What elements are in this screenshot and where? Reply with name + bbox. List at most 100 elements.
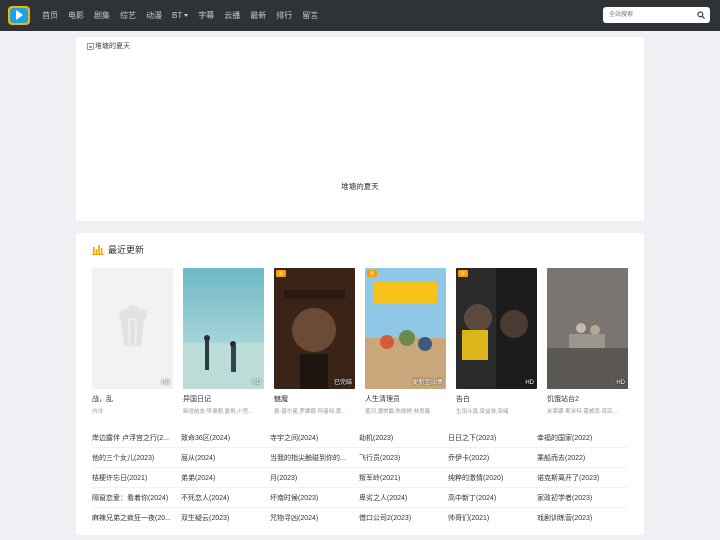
title-link[interactable]: 不死恋人(2024) xyxy=(181,493,270,503)
movie-poster[interactable]: HD xyxy=(547,268,628,389)
banner-caption[interactable]: 堆塘的夏天 xyxy=(76,181,644,192)
movie-cast: 内详 xyxy=(92,409,104,415)
quality-badge: HD xyxy=(252,380,261,386)
title-link[interactable]: 隔窗恋爱：看着你(2024) xyxy=(92,493,181,503)
search-box xyxy=(603,7,710,23)
title-link[interactable]: 高中新丁(2024) xyxy=(448,493,537,503)
poster-art xyxy=(274,268,355,389)
bar-chart-icon xyxy=(92,245,104,255)
main-nav: 首页 电影 剧集 综艺 动漫 BT 字幕 云播 最新 排行 留言 xyxy=(42,0,328,31)
movie-card[interactable]: 荐 已完结 魅魔 爵·普尔曼,罗娜娜·阿曼特,黄... xyxy=(274,268,355,415)
title-link[interactable]: 致命36区(2024) xyxy=(181,433,270,443)
title-link[interactable]: 乔伊卡(2022) xyxy=(448,453,537,463)
banner-image-link[interactable]: 堆塘的夏天 xyxy=(87,41,130,51)
status-badge: 已完结 xyxy=(333,380,352,386)
movie-title[interactable]: 异国日记 xyxy=(183,394,264,404)
nav-newest[interactable]: 最新 xyxy=(250,10,266,21)
banner-panel: 堆塘的夏天 堆塘的夏天 xyxy=(76,37,644,221)
movie-poster[interactable]: HD xyxy=(183,268,264,389)
link-row: 麻辣兄弟之疯狂一夜(20... 双生疑云(2023) 咒物寻凶(2024) 借口… xyxy=(92,508,628,528)
play-icon xyxy=(16,10,23,20)
movie-cast: 新垣结衣,早濑憩,夏帆,小宫... xyxy=(183,409,253,415)
movie-title[interactable]: 告白 xyxy=(456,394,537,404)
title-link[interactable]: 卑劣之人(2024) xyxy=(359,493,448,503)
nav-ranking[interactable]: 排行 xyxy=(276,10,292,21)
title-link[interactable]: 劫机(2023) xyxy=(359,433,448,443)
title-link[interactable]: 叛军岭(2021) xyxy=(359,473,448,483)
episode-badge: 更新至09集 xyxy=(412,380,443,386)
nav-variety[interactable]: 综艺 xyxy=(120,10,136,21)
title-link[interactable]: 乘船而去(2022) xyxy=(537,453,626,463)
poster-art xyxy=(456,268,537,389)
movie-title[interactable]: 魅魔 xyxy=(274,394,355,404)
title-link[interactable]: 飞行员(2023) xyxy=(359,453,448,463)
recommend-tag: 荐 xyxy=(458,270,468,277)
title-link[interactable]: 咒物寻凶(2024) xyxy=(270,513,359,523)
title-link[interactable]: 岸边露伴 卢浮宫之行(2... xyxy=(92,433,181,443)
link-row: 他的三个女儿(2023) 屈从(2024) 当我的指尖触碰到你的... 飞行员(… xyxy=(92,448,628,468)
title-link[interactable]: 双生疑云(2023) xyxy=(181,513,270,523)
title-link[interactable]: 麻辣兄弟之疯狂一夜(20... xyxy=(92,513,181,523)
nav-anime[interactable]: 动漫 xyxy=(146,10,162,21)
nav-series[interactable]: 剧集 xyxy=(94,10,110,21)
poster-art xyxy=(547,268,628,389)
movie-title[interactable]: 饥饿站台2 xyxy=(547,394,628,404)
movie-card[interactable]: HD 饥饿站台2 米莱娜·斯米特,霍威克·库匹... xyxy=(547,268,628,415)
movie-cast: 生田斗真,梁益准,奈绪 xyxy=(456,409,509,415)
title-link[interactable]: 月(2023) xyxy=(270,473,359,483)
nav-subtitles[interactable]: 字幕 xyxy=(198,10,214,21)
movie-title[interactable]: 战，乱 xyxy=(92,394,173,404)
title-link[interactable]: 他的三个女儿(2023) xyxy=(92,453,181,463)
title-link[interactable]: 日日之下(2023) xyxy=(448,433,537,443)
popcorn-icon xyxy=(119,305,147,346)
title-link[interactable]: 帅哥们(2021) xyxy=(448,513,537,523)
movie-card[interactable]: HD 异国日记 新垣结衣,早濑憩,夏帆,小宫... xyxy=(183,268,264,415)
movie-poster[interactable]: 荐 HD xyxy=(456,268,537,389)
title-link[interactable]: 桔梗许忘日(2021) xyxy=(92,473,181,483)
title-link[interactable]: 当我的指尖触碰到你的... xyxy=(270,453,359,463)
search-button[interactable] xyxy=(692,7,710,23)
quality-badge: HD xyxy=(525,380,534,386)
movie-poster[interactable]: 荐 已完结 xyxy=(274,268,355,389)
movie-card[interactable]: HD 战，乱 内详 xyxy=(92,268,173,415)
link-row: 桔梗许忘日(2021) 弟弟(2024) 月(2023) 叛军岭(2021) 纯… xyxy=(92,468,628,488)
title-link[interactable]: 借口公司2(2023) xyxy=(359,513,448,523)
nav-movies[interactable]: 电影 xyxy=(68,10,84,21)
title-link[interactable]: 诺克斯离开了(2023) xyxy=(537,473,626,483)
title-link[interactable]: 屈从(2024) xyxy=(181,453,270,463)
title-link-grid: 岸边露伴 卢浮宫之行(2... 致命36区(2024) 寺宇之间(2024) 劫… xyxy=(92,428,628,528)
latest-updates-panel: 最近更新 HD 战，乱 内详 HD 异国日记 新垣结衣,早濑憩,夏帆,小宫...… xyxy=(76,233,644,535)
movie-cast: 爵·普尔曼,罗娜娜·阿曼特,黄... xyxy=(274,409,346,415)
title-link[interactable]: 弟弟(2024) xyxy=(181,473,270,483)
title-link[interactable]: 戏剧训练营(2023) xyxy=(537,513,626,523)
movie-title[interactable]: 人生清理员 xyxy=(365,394,446,404)
section-header: 最近更新 xyxy=(92,243,144,256)
movie-cast: 黄河,潘崇馥,陈婉婷,林意箴 xyxy=(365,409,431,415)
nav-bt-label: BT xyxy=(172,11,183,20)
quality-badge: HD xyxy=(616,380,625,386)
recommend-tag: 荐 xyxy=(367,270,377,277)
title-link[interactable]: 幸福的国家(2022) xyxy=(537,433,626,443)
movie-card[interactable]: 荐 更新至09集 人生清理员 黄河,潘崇馥,陈婉婷,林意箴 xyxy=(365,268,446,415)
poster-art xyxy=(365,268,446,389)
title-link[interactable]: 纯粹的激情(2020) xyxy=(448,473,537,483)
nav-bt-dropdown[interactable]: BT xyxy=(172,11,189,20)
movie-card[interactable]: 荐 HD 告白 生田斗真,梁益准,奈绪 xyxy=(456,268,537,415)
link-row: 岸边露伴 卢浮宫之行(2... 致命36区(2024) 寺宇之间(2024) 劫… xyxy=(92,428,628,448)
title-link[interactable]: 寺宇之间(2024) xyxy=(270,433,359,443)
nav-home[interactable]: 首页 xyxy=(42,10,58,21)
site-logo[interactable] xyxy=(8,6,30,25)
title-link[interactable]: 坏南时候(2023) xyxy=(270,493,359,503)
section-title: 最近更新 xyxy=(108,245,145,255)
broken-image-icon xyxy=(87,42,94,50)
nav-cloud-play[interactable]: 云播 xyxy=(224,10,240,21)
search-icon xyxy=(697,11,705,19)
movie-poster[interactable]: 荐 更新至09集 xyxy=(365,268,446,389)
nav-guestbook[interactable]: 留言 xyxy=(302,10,318,21)
poster-placeholder[interactable]: HD xyxy=(92,268,173,389)
top-navbar: 首页 电影 剧集 综艺 动漫 BT 字幕 云播 最新 排行 留言 xyxy=(0,0,720,31)
search-input[interactable] xyxy=(603,7,689,23)
title-link[interactable]: 家政初学者(2023) xyxy=(537,493,626,503)
quality-badge: HD xyxy=(161,380,170,386)
recommend-tag: 荐 xyxy=(276,270,286,277)
